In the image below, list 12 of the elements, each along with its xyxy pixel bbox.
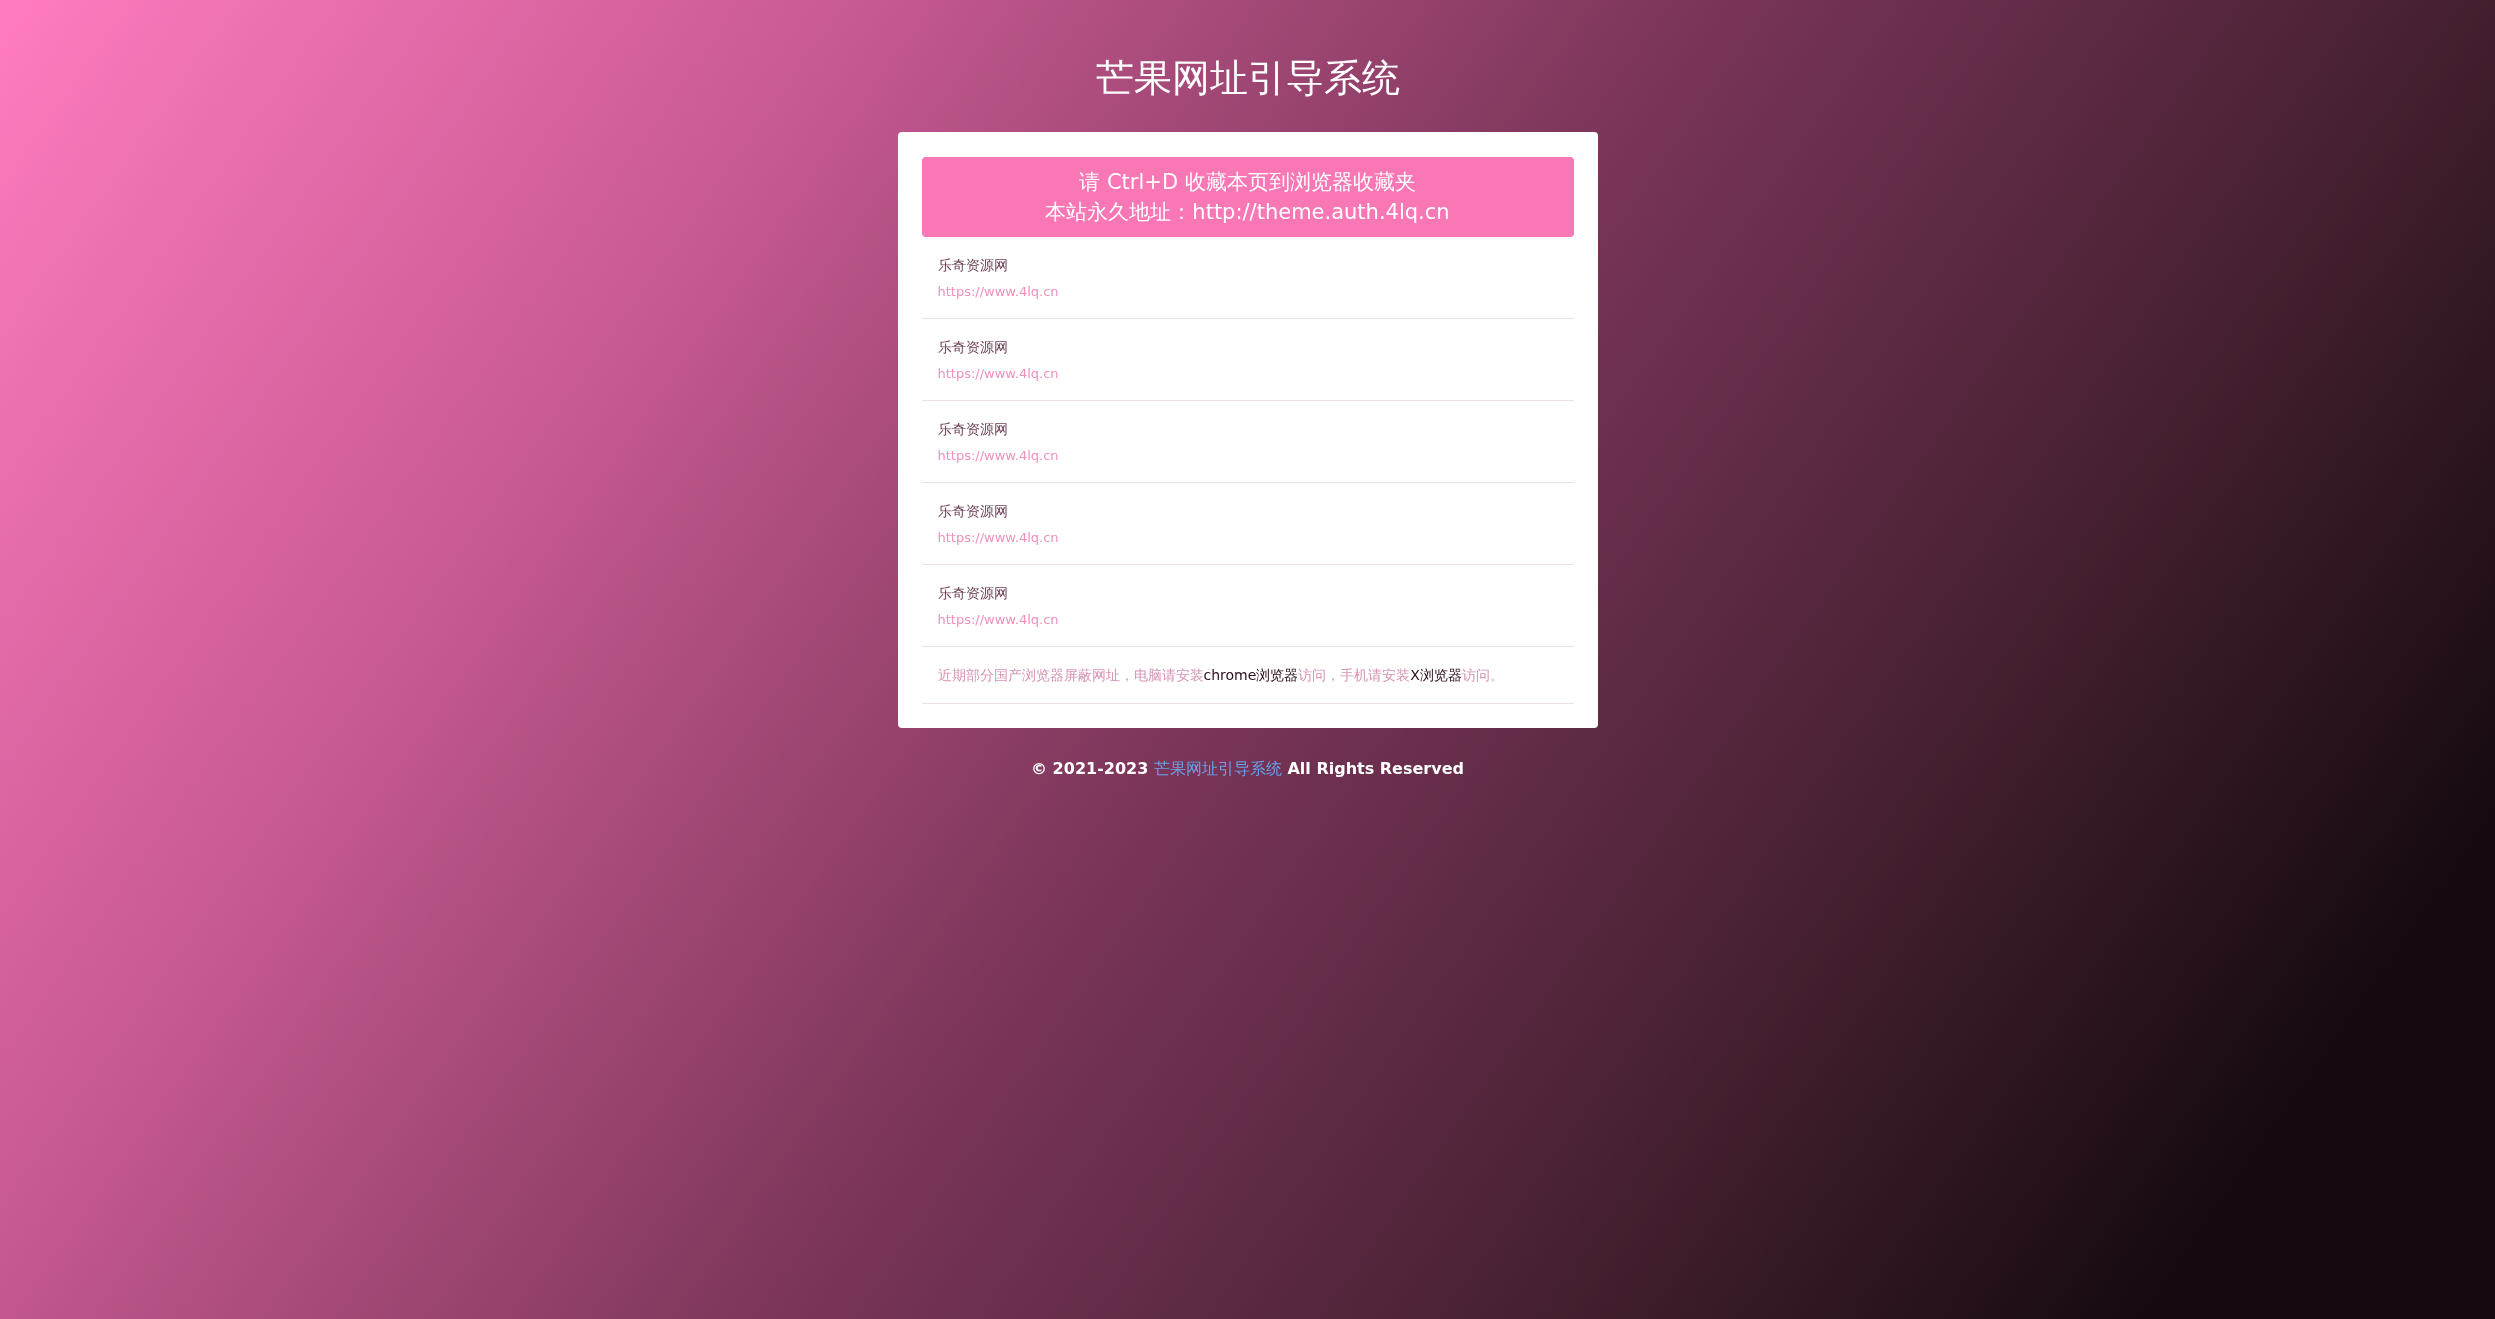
page-title: 芒果网址引导系统 — [1095, 55, 1400, 102]
site-name-link[interactable]: 乐奇资源网 — [937, 419, 1008, 439]
banner-text: 请 Ctrl+D 收藏本页到浏览器收藏夹 — [1079, 169, 1416, 196]
site-name-link[interactable]: 乐奇资源网 — [937, 583, 1008, 603]
copyright-text: © 2021-2023 芒果网址引导系统 All Rights Reserved — [1031, 758, 1464, 780]
text-link[interactable]: X浏览器 — [1410, 667, 1462, 683]
text-link[interactable]: chrome浏览器 — [1203, 667, 1299, 683]
banner-text: 本站永久地址：http://theme.auth.4lq.cn — [1045, 199, 1450, 226]
site-name-link[interactable]: 乐奇资源网 — [937, 255, 1008, 275]
site-name-link[interactable]: 乐奇资源网 — [937, 337, 1008, 357]
notice-text: 近期部分国产浏览器屏蔽网址，电脑请安装chrome浏览器访问，手机请安装X浏览器访问。 — [937, 666, 1505, 685]
site-name-link[interactable]: 乐奇资源网 — [937, 501, 1008, 521]
